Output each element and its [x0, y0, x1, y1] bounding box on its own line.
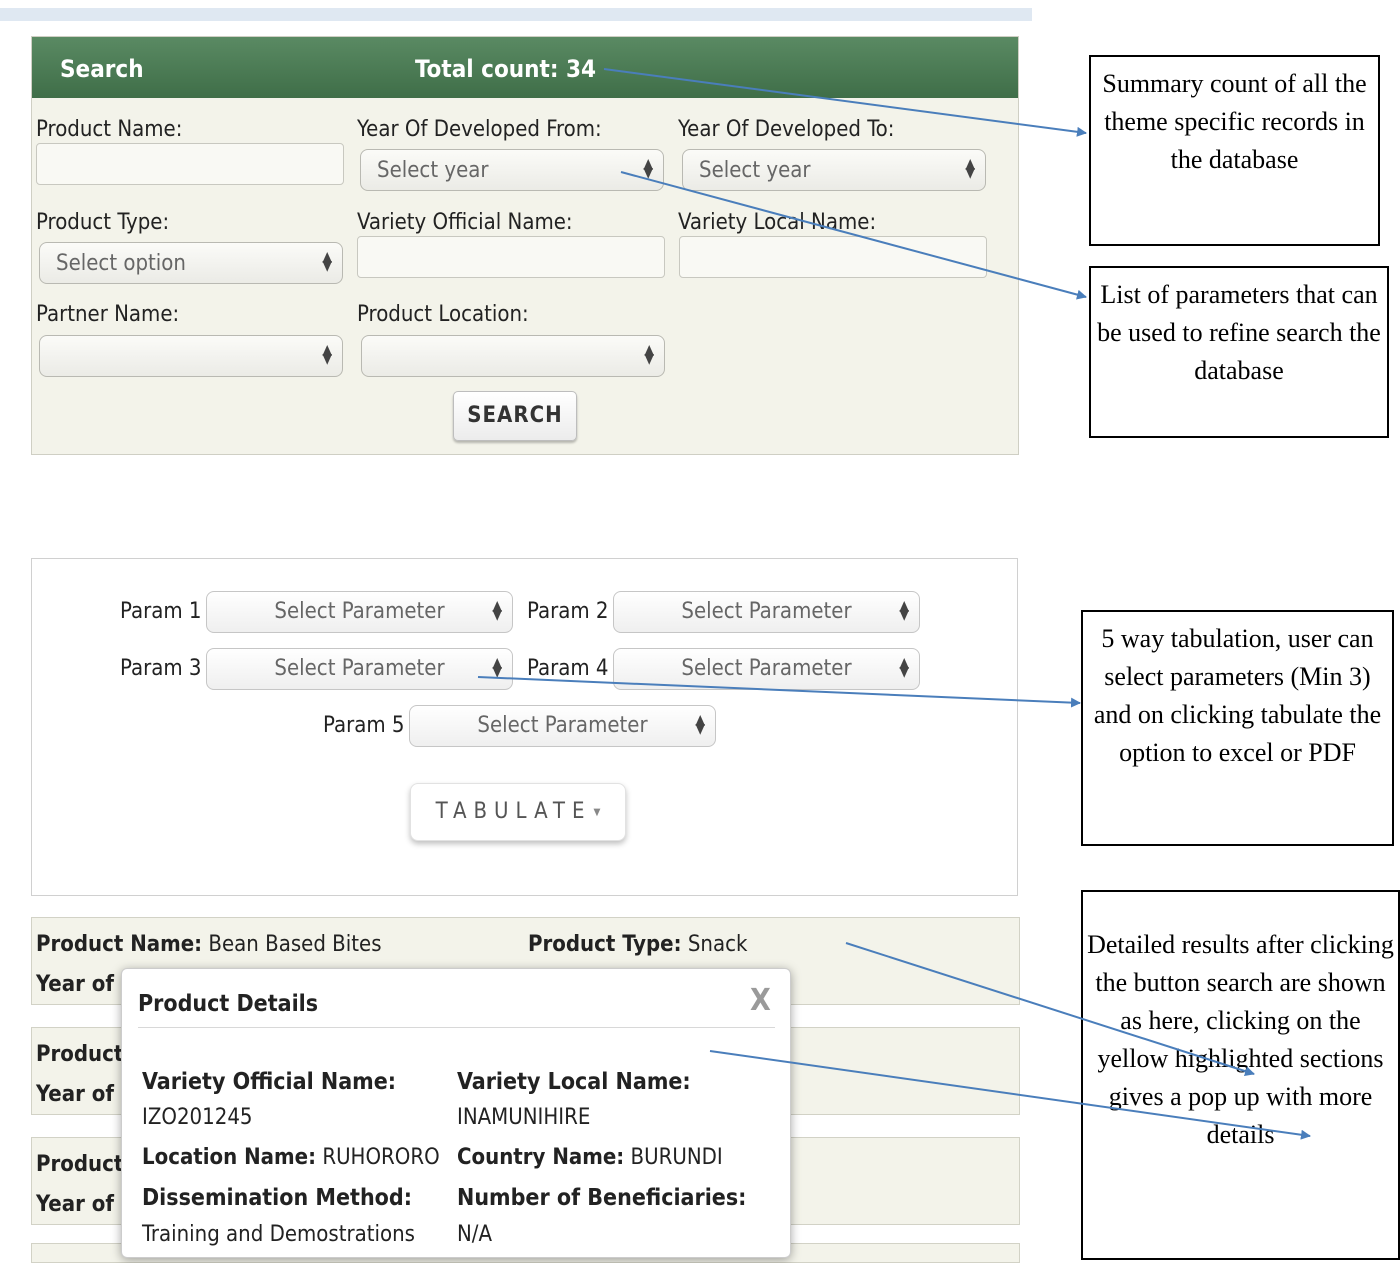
result-product-type: Product Type: Snack — [528, 932, 747, 957]
param-2-value: Select Parameter — [681, 599, 852, 624]
select-arrows-icon: ▲ ▼ — [322, 342, 332, 367]
product-type-label: Product Type: — [36, 210, 170, 235]
product-name-label: Product Name: — [36, 117, 183, 142]
select-arrows-icon: ▲ ▼ — [695, 712, 705, 737]
top-strip — [0, 8, 1032, 21]
param-3-label: Param 3 — [120, 656, 202, 681]
param-2-select[interactable]: Select Parameter ▲ ▼ — [613, 591, 920, 633]
total-count: Total count: 34 — [415, 55, 597, 83]
param-1-label: Param 1 — [120, 599, 202, 624]
year-from-value: Select year — [377, 158, 489, 183]
search-header: Search Total count: 34 — [32, 37, 1018, 98]
result-product-name: Product Name: Bean Based Bites — [36, 932, 382, 957]
caret-down-icon: ▼ — [593, 807, 601, 818]
year-to-value: Select year — [699, 158, 811, 183]
result-name-label: Product — [36, 1152, 124, 1177]
param-3-value: Select Parameter — [274, 656, 445, 681]
close-icon[interactable]: X — [750, 983, 771, 1018]
tabulate-label: TABULATE — [435, 799, 592, 824]
search-title: Search — [60, 55, 144, 83]
year-to-label: Year Of Developed To: — [678, 117, 895, 142]
select-arrows-icon: ▲ ▼ — [644, 342, 654, 367]
dissemination-label: Dissemination Method: — [142, 1185, 412, 1211]
result-name-value: Bean Based Bites — [208, 932, 382, 957]
result-year-label: Year of — [36, 1192, 114, 1217]
param-5-select[interactable]: Select Parameter ▲ ▼ — [409, 705, 716, 747]
select-arrows-icon: ▲ ▼ — [643, 156, 653, 181]
variety-local-label: Variety Local Name: — [457, 1069, 691, 1095]
result-year-label: Year of — [36, 1082, 114, 1107]
beneficiaries-label: Number of Beneficiaries: — [457, 1185, 747, 1211]
result-name-label: Product — [36, 1042, 124, 1067]
param-5-label: Param 5 — [323, 713, 405, 738]
variety-official-value: IZO201245 — [142, 1105, 253, 1130]
param-4-value: Select Parameter — [681, 656, 852, 681]
variety-local-input[interactable] — [679, 236, 987, 278]
partner-name-select[interactable]: ▲ ▼ — [39, 335, 343, 377]
select-arrows-icon: ▲ ▼ — [899, 655, 909, 680]
select-arrows-icon: ▲ ▼ — [965, 156, 975, 181]
search-button[interactable]: SEARCH — [453, 391, 577, 441]
partner-name-label: Partner Name: — [36, 302, 180, 327]
country-value: BURUNDI — [630, 1145, 723, 1170]
result-type-label: Product Type: — [528, 932, 682, 957]
popup-divider — [138, 1027, 775, 1028]
variety-local-label: Variety Local Name: — [678, 210, 877, 235]
dissemination-value: Training and Demostrations — [142, 1222, 415, 1247]
location-value: RUHORORO — [322, 1145, 440, 1170]
param-4-label: Param 4 — [527, 656, 609, 681]
country-name: Country Name: BURUNDI — [457, 1145, 723, 1170]
param-4-select[interactable]: Select Parameter ▲ ▼ — [613, 648, 920, 690]
product-type-value: Select option — [56, 251, 186, 276]
location-name: Location Name: RUHORORO — [142, 1145, 440, 1170]
product-type-select[interactable]: Select option ▲ ▼ — [39, 242, 343, 284]
product-details-popup: Product Details X Variety Official Name:… — [121, 968, 791, 1258]
callout-results: Detailed results after clicking the butt… — [1081, 890, 1400, 1260]
tabulation-panel: Param 1 Select Parameter ▲ ▼ Param 2 Sele… — [31, 558, 1018, 896]
callout-tabulation: 5 way tabulation, user can select parame… — [1081, 610, 1394, 846]
year-from-label: Year Of Developed From: — [357, 117, 602, 142]
result-year-label: Year of — [36, 972, 114, 997]
select-arrows-icon: ▲ ▼ — [492, 655, 502, 680]
search-panel: Search Total count: 34 Product Name: Yea… — [31, 36, 1019, 455]
result-type-value: Snack — [687, 932, 748, 957]
callout-parameters: List of parameters that can be used to r… — [1089, 266, 1389, 438]
variety-official-input[interactable] — [357, 236, 665, 278]
beneficiaries-value: N/A — [457, 1222, 493, 1247]
variety-local-value: INAMUNIHIRE — [457, 1105, 591, 1130]
param-3-select[interactable]: Select Parameter ▲ ▼ — [206, 648, 513, 690]
product-location-select[interactable]: ▲ ▼ — [361, 335, 665, 377]
product-location-label: Product Location: — [357, 302, 529, 327]
param-1-select[interactable]: Select Parameter ▲ ▼ — [206, 591, 513, 633]
param-5-value: Select Parameter — [477, 713, 648, 738]
location-label: Location Name: — [142, 1145, 317, 1170]
country-label: Country Name: — [457, 1145, 625, 1170]
popup-title: Product Details — [138, 991, 319, 1017]
variety-official-label: Variety Official Name: — [357, 210, 573, 235]
variety-official-label: Variety Official Name: — [142, 1069, 397, 1095]
select-arrows-icon: ▲ ▼ — [899, 598, 909, 623]
product-name-input[interactable] — [36, 143, 344, 185]
param-1-value: Select Parameter — [274, 599, 445, 624]
result-name-label: Product Name: — [36, 932, 203, 957]
year-from-select[interactable]: Select year ▲ ▼ — [360, 149, 664, 191]
year-to-select[interactable]: Select year ▲ ▼ — [682, 149, 986, 191]
callout-summary: Summary count of all the theme specific … — [1089, 55, 1380, 246]
select-arrows-icon: ▲ ▼ — [322, 249, 332, 274]
tabulate-button[interactable]: TABULATE ▼ — [410, 783, 626, 841]
select-arrows-icon: ▲ ▼ — [492, 598, 502, 623]
param-2-label: Param 2 — [527, 599, 609, 624]
